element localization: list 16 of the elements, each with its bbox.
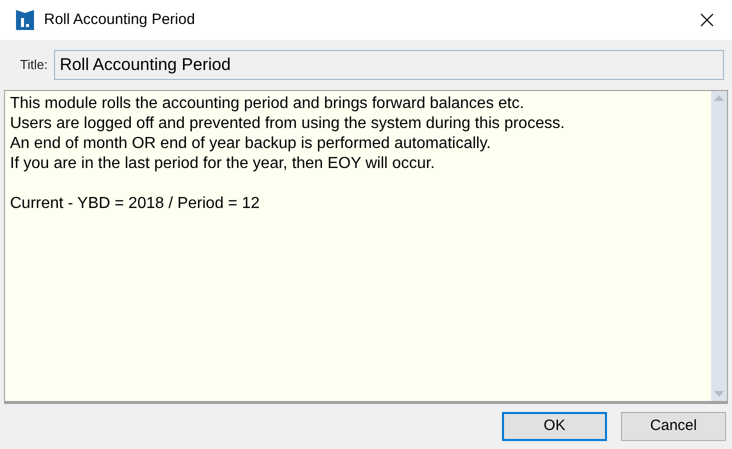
memo-line: If you are in the last period for the year, then EOY will occur. (10, 154, 436, 174)
memo-line: An end of month OR end of year backup is performed automatically. (10, 134, 492, 154)
memo-line: Current - YBD = 2018 / Period = 12 (10, 194, 261, 214)
scrollbar[interactable] (711, 91, 727, 401)
memo-line: Users are logged off and prevented from using the system during this process. (10, 114, 566, 134)
title-field[interactable]: Roll Accounting Period (54, 50, 724, 80)
app-logo-icon (16, 10, 34, 30)
scroll-up-icon[interactable] (714, 95, 724, 101)
memo-area[interactable] (4, 90, 728, 402)
close-icon[interactable] (700, 13, 714, 27)
ok-button[interactable]: OK (502, 412, 607, 441)
scroll-down-icon[interactable] (714, 391, 724, 397)
title-label: Title: (20, 56, 48, 74)
window-title: Roll Accounting Period (44, 10, 195, 30)
memo-line: This module rolls the accounting period and brings forward balances etc. (10, 94, 526, 114)
cancel-button[interactable]: Cancel (621, 412, 726, 441)
